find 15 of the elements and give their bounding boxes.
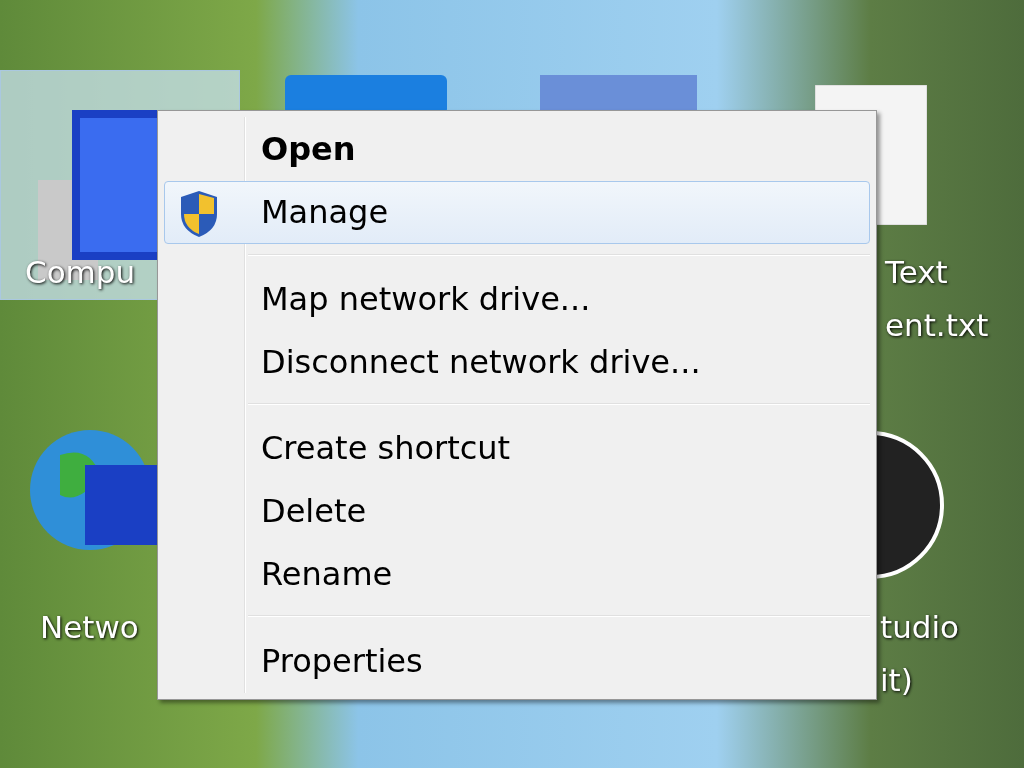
icon-label: tudio [880,608,960,647]
icon-label: ent.txt [885,306,989,345]
menu-item[interactable]: Rename [164,542,870,606]
icon-label: Netwo [40,608,139,647]
menu-item[interactable]: Delete [164,479,870,543]
menu-item[interactable]: Create shortcut [164,417,870,480]
menu-item[interactable]: Manage [164,180,870,244]
menu-item[interactable]: Open [164,118,870,181]
menu-item[interactable]: Map network drive... [164,267,870,331]
shield-icon [179,189,219,238]
menu-item[interactable]: Disconnect network drive... [164,330,870,393]
menu-item[interactable]: Properties [164,629,870,692]
icon-label: Compu [25,253,136,292]
icon-label: Text [885,253,949,292]
icon-label: it) [880,661,914,700]
